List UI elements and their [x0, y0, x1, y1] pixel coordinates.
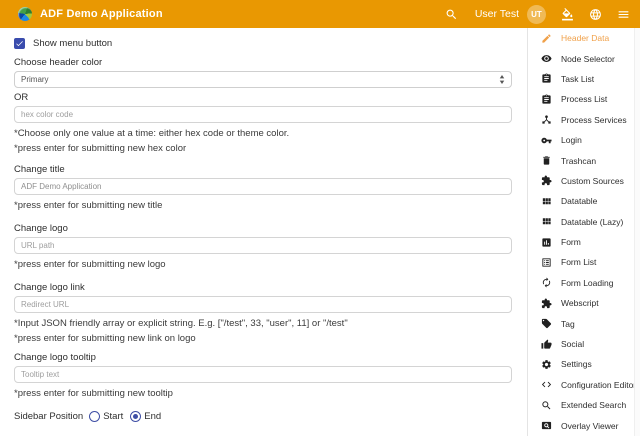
title-input[interactable] [14, 178, 512, 195]
app-window: ADF Demo Application User Test UT Show m… [0, 0, 640, 436]
sidebar-item-login[interactable]: Login [528, 130, 640, 150]
puzzle-icon [541, 175, 552, 186]
header-color-selected-value: Primary [21, 75, 499, 84]
sidebar-item-task-list[interactable]: Task List [528, 69, 640, 89]
show-menu-label: Show menu button [33, 38, 112, 49]
puzzle-icon [541, 298, 552, 309]
header-color-select[interactable]: Primary [14, 71, 512, 88]
clipboard-icon [541, 73, 552, 84]
hamburger-menu-icon[interactable] [616, 7, 630, 21]
grid-icon [541, 196, 552, 207]
user-avatar[interactable]: UT [527, 5, 546, 24]
app-title: ADF Demo Application [40, 8, 163, 20]
search-icon[interactable] [445, 7, 459, 21]
gear-icon [541, 359, 552, 370]
tooltip-note: *press enter for submitting new tooltip [14, 389, 512, 399]
sidebar-position-label: Sidebar Position [14, 411, 83, 422]
sidebar-item-datatable[interactable]: Datatable [528, 191, 640, 211]
logo-link-input[interactable] [14, 296, 512, 313]
sidebar-item-social[interactable]: Social [528, 334, 640, 354]
pageview-icon [541, 420, 552, 431]
list-alt-icon [541, 257, 552, 268]
autorenew-icon [541, 277, 552, 288]
settings-form: Show menu button Choose header color Pri… [0, 28, 527, 436]
header-color-label: Choose header color [14, 58, 512, 68]
change-logo-link-label: Change logo link [14, 283, 512, 293]
sidebar-scrollbar[interactable] [634, 28, 640, 436]
sidebar-item-configuration-editor[interactable]: Configuration Editor [528, 375, 640, 395]
bar-chart-icon [541, 237, 552, 248]
sidebar-item-overlay-viewer[interactable]: Overlay Viewer [528, 415, 640, 435]
key-icon [541, 135, 552, 146]
thumb-up-icon [541, 339, 552, 350]
sidebar-item-node-selector[interactable]: Node Selector [528, 48, 640, 68]
sidebar-item-extended-search[interactable]: Extended Search [528, 395, 640, 415]
change-title-label: Change title [14, 165, 512, 175]
sidebar-nav: Header Data Node Selector Task List Proc… [527, 28, 640, 436]
show-menu-checkbox[interactable] [14, 38, 25, 49]
device-hub-icon [541, 114, 552, 125]
title-note: *press enter for submitting new title [14, 201, 512, 211]
hex-color-input[interactable] [14, 106, 512, 123]
hex-note-2: *press enter for submitting new hex colo… [14, 144, 512, 154]
sidebar-item-header-data[interactable]: Header Data [528, 28, 640, 48]
eye-icon [541, 53, 552, 64]
sidebar-position-end-radio[interactable] [130, 411, 141, 422]
or-label: OR [14, 93, 512, 103]
sidebar-item-custom-sources[interactable]: Custom Sources [528, 171, 640, 191]
pencil-icon [541, 33, 552, 44]
sidebar-item-process-services[interactable]: Process Services [528, 110, 640, 130]
change-tooltip-label: Change logo tooltip [14, 353, 512, 363]
color-fill-icon[interactable] [560, 7, 574, 21]
sidebar-item-tag[interactable]: Tag [528, 313, 640, 333]
sidebar-item-datatable-lazy[interactable]: Datatable (Lazy) [528, 212, 640, 232]
grid-icon [541, 216, 552, 227]
sidebar-item-trashcan[interactable]: Trashcan [528, 150, 640, 170]
hex-note-1: *Choose only one value at a time: either… [14, 129, 512, 139]
tag-icon [541, 318, 552, 329]
app-logo-icon[interactable] [18, 7, 32, 21]
user-name: User Test [475, 8, 519, 20]
sidebar-position-start-radio[interactable] [89, 411, 100, 422]
clipboard-icon [541, 94, 552, 105]
select-arrows-icon [499, 75, 505, 84]
sidebar-item-process-list[interactable]: Process List [528, 89, 640, 109]
sidebar-item-form-list[interactable]: Form List [528, 252, 640, 272]
logo-note: *press enter for submitting new logo [14, 260, 512, 270]
logo-link-note-1: *Input JSON friendly array or explicit s… [14, 319, 512, 329]
sidebar-item-settings[interactable]: Settings [528, 354, 640, 374]
trash-icon [541, 155, 552, 166]
sidebar-position-group: Sidebar Position Start End [14, 411, 512, 422]
code-icon [541, 379, 552, 390]
app-header-bar: ADF Demo Application User Test UT [0, 0, 640, 28]
logo-url-input[interactable] [14, 237, 512, 254]
sidebar-item-form[interactable]: Form [528, 232, 640, 252]
search-icon [541, 400, 552, 411]
tooltip-input[interactable] [14, 366, 512, 383]
logo-link-note-2: *press enter for submitting new link on … [14, 334, 512, 344]
language-globe-icon[interactable] [588, 7, 602, 21]
change-logo-label: Change logo [14, 224, 512, 234]
sidebar-item-webscript[interactable]: Webscript [528, 293, 640, 313]
sidebar-item-form-loading[interactable]: Form Loading [528, 273, 640, 293]
sidebar-position-end-label: End [144, 411, 161, 422]
sidebar-position-start-label: Start [103, 411, 123, 422]
